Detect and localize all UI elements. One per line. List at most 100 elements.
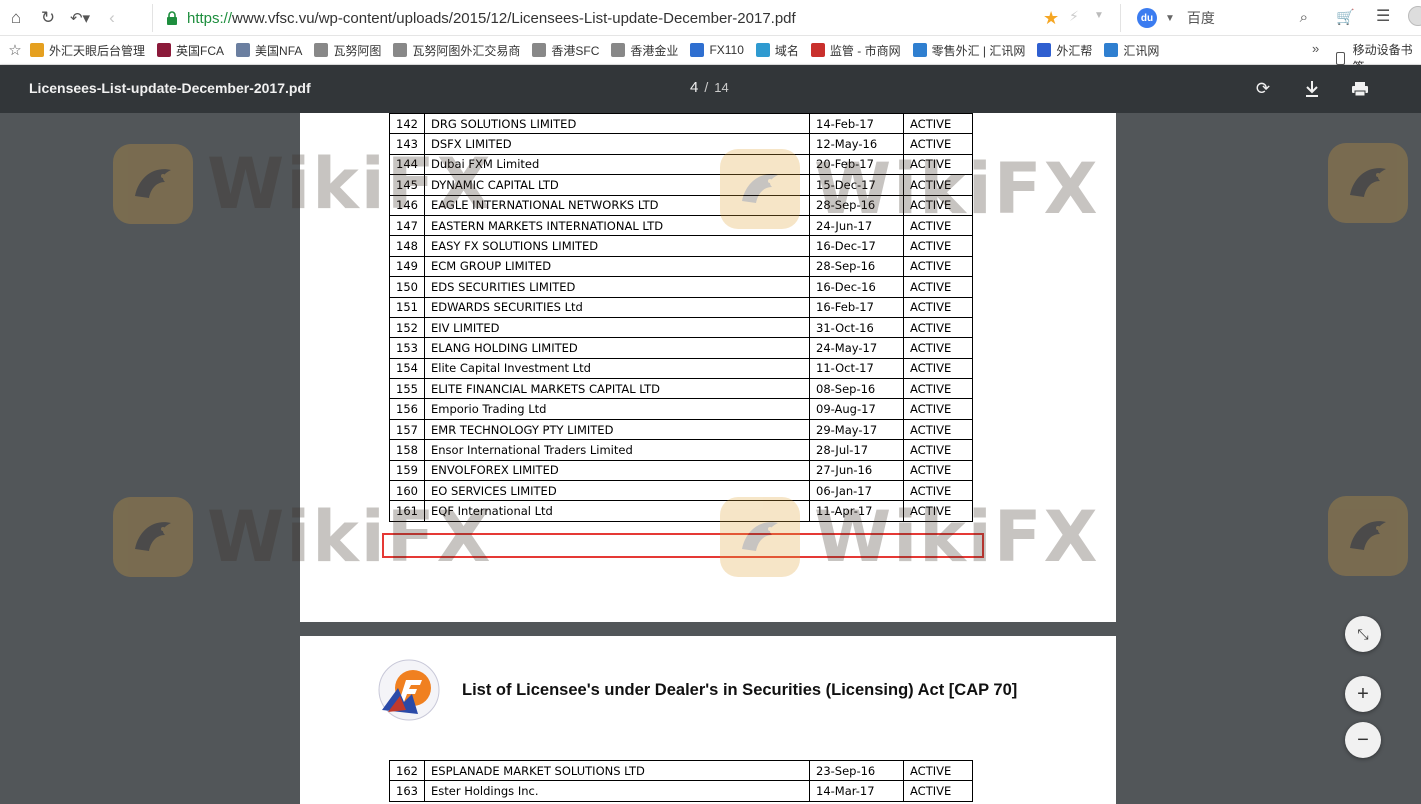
url-dropdown-icon[interactable]: ▼ — [1094, 10, 1104, 21]
cart-icon[interactable]: 🛒 — [1336, 8, 1355, 26]
bookmark-item[interactable]: 英国FCA — [157, 42, 224, 59]
print-icon[interactable] — [1348, 77, 1372, 101]
table-row: 147 EASTERN MARKETS INTERNATIONAL LTD 24-J… — [389, 214, 973, 237]
bookmark-item[interactable]: 外汇帮 — [1037, 42, 1092, 59]
reload-icon[interactable]: ↻ — [32, 0, 64, 36]
row-number: 159 — [389, 459, 425, 482]
zoom-in-button[interactable]: + — [1345, 676, 1381, 712]
bookmarks-more-button[interactable]: » — [1312, 41, 1319, 56]
back-icon[interactable]: ‹ — [96, 0, 128, 36]
license-status: ACTIVE — [903, 418, 973, 441]
minus-icon: − — [1357, 728, 1369, 751]
eagle-logo-icon — [1328, 143, 1408, 223]
licensee-table-continued: 162 ESPLANADE MARKET SOLUTIONS LTD 23-Sep-… — [389, 759, 973, 802]
avatar[interactable] — [1408, 6, 1421, 26]
row-number: 143 — [389, 133, 425, 155]
license-status: ACTIVE — [903, 337, 973, 359]
row-number: 147 — [389, 214, 425, 237]
download-icon[interactable] — [1300, 77, 1324, 101]
rotate-icon[interactable]: ⟳ — [1251, 77, 1275, 101]
licensee-name: EO SERVICES LIMITED — [424, 480, 810, 502]
license-status: ACTIVE — [903, 459, 973, 482]
zoom-out-button[interactable]: − — [1345, 722, 1381, 758]
license-status: ACTIVE — [903, 759, 973, 782]
search-icon[interactable]: ⌕ — [1300, 9, 1308, 26]
license-date: 28-Jul-17 — [809, 439, 904, 461]
pdf-viewport[interactable]: 142 DRG SOLUTIONS LIMITED 14-Feb-17 ACTIVE 1… — [0, 113, 1421, 804]
bookmark-item[interactable]: 汇讯网 — [1104, 42, 1159, 59]
license-status: ACTIVE — [903, 276, 973, 298]
license-date: 12-May-16 — [809, 133, 904, 155]
bookmark-favicon-icon — [236, 43, 251, 57]
license-status: ACTIVE — [903, 153, 973, 176]
table-row: 152 EIV LIMITED 31-Oct-16 ACTIVE — [389, 316, 973, 339]
license-date: 15-Dec-17 — [809, 174, 904, 196]
bookmark-item[interactable]: 零售外汇 | 汇讯网 — [912, 42, 1025, 59]
star-outline-icon[interactable]: ☆ — [0, 41, 30, 59]
menu-icon[interactable]: ☰ — [1376, 6, 1390, 26]
license-status: ACTIVE — [903, 780, 973, 802]
table-row: 160 EO SERVICES LIMITED 06-Jan-17 ACTIVE — [389, 480, 973, 502]
highlight-box — [382, 533, 984, 558]
undo-icon[interactable]: ↶▾ — [64, 0, 96, 36]
watermark — [1328, 143, 1408, 223]
licensee-name: Elite Capital Investment Ltd — [424, 357, 810, 380]
current-page-input[interactable]: 4 — [690, 79, 698, 96]
license-date: 31-Oct-16 — [809, 316, 904, 339]
licensee-name: ELANG HOLDING LIMITED — [424, 337, 810, 359]
licensee-name: Dubai FXM Limited — [424, 153, 810, 176]
home-icon[interactable]: ⌂ — [0, 0, 32, 36]
license-status: ACTIVE — [903, 398, 973, 420]
licensee-name: Ensor International Traders Limited — [424, 439, 810, 461]
fit-page-icon: ⤡ — [1357, 625, 1369, 642]
bookmark-item[interactable]: 香港SFC — [532, 42, 599, 59]
bookmark-item[interactable]: 瓦努阿图 — [314, 42, 381, 59]
license-date: 14-Mar-17 — [809, 780, 904, 802]
bookmark-favicon-icon — [912, 43, 927, 57]
search-box[interactable]: du ▼ 百度 ⌕ — [1120, 4, 1320, 32]
chevron-down-icon[interactable]: ▼ — [1165, 13, 1175, 24]
license-status: ACTIVE — [903, 480, 973, 502]
row-number: 158 — [389, 439, 425, 461]
license-date: 27-Jun-16 — [809, 459, 904, 482]
bookmark-label: 瓦努阿图外汇交易商 — [412, 43, 521, 58]
bookmark-item[interactable]: 域名 — [755, 42, 799, 59]
url-field[interactable]: https://www.vfsc.vu/wp-content/uploads/2… — [152, 4, 1112, 32]
table-row: 150 EDS SECURITIES LIMITED 16-Dec-16 ACTIVE — [389, 276, 973, 298]
bookmark-item[interactable]: 监管 - 市商网 — [810, 42, 901, 59]
row-number: 155 — [389, 378, 425, 400]
browser-chrome: ⌂ ↻ ↶▾ ‹ https://www.vfsc.vu/wp-content/… — [0, 0, 1421, 74]
license-date: 11-Apr-17 — [809, 500, 904, 522]
bookmark-item[interactable]: 香港金业 — [611, 42, 678, 59]
bookmark-star-icon[interactable]: ★ — [1043, 8, 1059, 29]
row-number: 156 — [389, 398, 425, 420]
lightning-icon[interactable]: ⚡ — [1069, 8, 1079, 25]
bookmark-label: 香港SFC — [551, 43, 600, 58]
licensee-name: EDS SECURITIES LIMITED — [424, 276, 810, 298]
bookmark-label: FX110 — [709, 43, 744, 57]
row-number: 151 — [389, 296, 425, 318]
licensee-name: EQF International Ltd — [424, 500, 810, 522]
license-status: ACTIVE — [903, 133, 973, 155]
licensee-name: DRG SOLUTIONS LIMITED — [424, 113, 810, 135]
licensee-name: EASY FX SOLUTIONS LIMITED — [424, 235, 810, 257]
page-indicator: 4 / 14 — [690, 79, 729, 96]
bookmark-item[interactable]: 美国NFA — [236, 42, 302, 59]
table-row: 143 DSFX LIMITED 12-May-16 ACTIVE — [389, 133, 973, 155]
bookmark-list: 外汇天眼后台管理 英国FCA 美国NFA 瓦努阿图 瓦努阿图外汇交易商 香港SFC 香港金业… — [30, 42, 1171, 59]
row-number: 152 — [389, 316, 425, 339]
bookmark-item[interactable]: 外汇天眼后台管理 — [30, 42, 145, 59]
bookmark-favicon-icon — [1104, 43, 1119, 57]
table-row: 148 EASY FX SOLUTIONS LIMITED 16-Dec-17 ACT… — [389, 235, 973, 257]
document-title: Licensees-List-update-December-2017.pdf — [29, 80, 311, 96]
bookmarks-bar: ☆ 外汇天眼后台管理 英国FCA 美国NFA 瓦努阿图 瓦努阿图外汇交易商 香港SFC 香港… — [0, 36, 1421, 74]
search-engine-label: 百度 — [1186, 10, 1215, 26]
license-date: 20-Feb-17 — [809, 153, 904, 176]
bookmark-item[interactable]: FX110 — [690, 43, 744, 57]
bookmark-label: 美国NFA — [255, 43, 303, 58]
licensee-name: ELITE FINANCIAL MARKETS CAPITAL LTD — [424, 378, 810, 400]
bookmark-item[interactable]: 瓦努阿图外汇交易商 — [393, 42, 520, 59]
fit-to-page-button[interactable]: ⤡ — [1345, 616, 1381, 652]
license-date: 24-Jun-17 — [809, 214, 904, 237]
table-row-highlighted: 157 EMR TECHNOLOGY PTY LIMITED 29-May-17 AC… — [389, 418, 973, 441]
